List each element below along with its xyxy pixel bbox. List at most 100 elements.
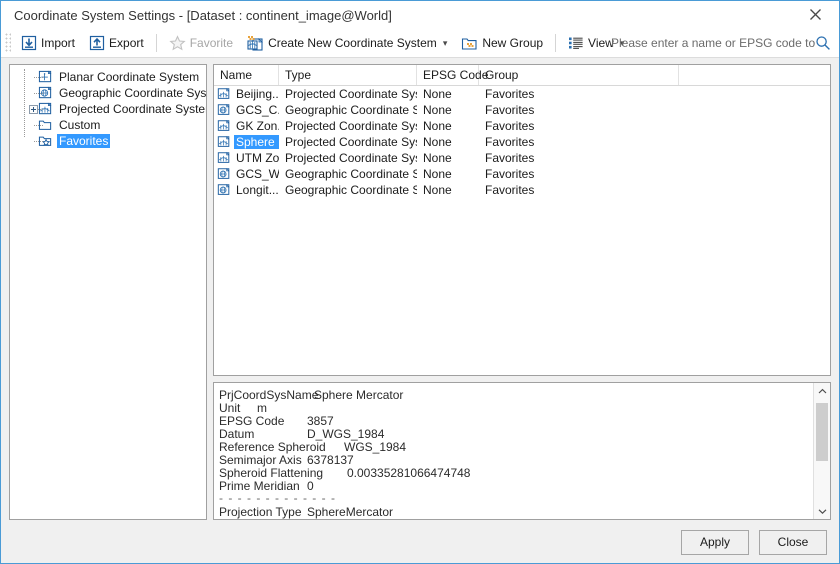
cell-name: UTM Zo... <box>214 150 279 166</box>
close-window-button[interactable] <box>795 1 835 28</box>
row-name: Sphere ... <box>234 135 279 149</box>
cell-name: Longit... <box>214 182 279 198</box>
toolbar-separator-2 <box>555 34 557 52</box>
new-group-button[interactable]: New Group <box>455 31 549 55</box>
geographic-cs-icon <box>217 104 230 115</box>
column-header-epsg-code[interactable]: EPSG Code <box>417 65 488 85</box>
search-icon <box>816 36 830 50</box>
tree-item-custom[interactable]: Custom <box>20 117 206 133</box>
toolbar-grip[interactable] <box>5 33 11 53</box>
detail-value: 6378137 <box>307 452 354 467</box>
column-header-type[interactable]: Type <box>279 65 417 85</box>
coordinate-system-tree: Planar Coordinate System Geographic Coor… <box>10 69 206 149</box>
detail-key: Prime Meridian <box>219 478 300 493</box>
tree-item-geographic-coordinate-system[interactable]: Geographic Coordinate System <box>20 85 206 101</box>
coordinate-system-list-panel: Name Type EPSG Code Group Beijing... Pro… <box>213 64 831 376</box>
cell-type: Geographic Coordinate S... <box>285 167 417 181</box>
detail-scrollbar[interactable] <box>813 383 830 519</box>
tree-item-label: Projected Coordinate System <box>59 102 207 116</box>
detail-line: Datum D_WGS_1984 <box>219 426 813 441</box>
row-name: UTM Zo... <box>236 151 279 165</box>
tree-item-label: Planar Coordinate System <box>59 70 200 84</box>
detail-value: 0 <box>307 478 314 493</box>
tree-item-label: Favorites <box>57 134 111 148</box>
import-icon <box>21 35 37 51</box>
scroll-down-button[interactable] <box>814 503 830 519</box>
apply-button[interactable]: Apply <box>681 529 749 555</box>
tree-branch-line <box>34 77 43 78</box>
detail-key: Datum <box>219 426 255 441</box>
table-row[interactable]: GCS_C... Geographic Coordinate S... None… <box>214 102 830 118</box>
detail-key: Unit <box>219 400 241 415</box>
export-label: Export <box>109 36 144 50</box>
cell-group: Favorites <box>485 183 535 197</box>
cell-group: Favorites <box>485 167 535 181</box>
column-header-blank[interactable] <box>679 65 830 85</box>
table-row[interactable]: UTM Zo... Projected Coordinate Syst... N… <box>214 150 830 166</box>
detail-line: Projection Type SphereMercator <box>219 505 813 519</box>
export-icon <box>89 35 105 51</box>
list-column-headers: Name Type EPSG Code Group <box>214 65 830 86</box>
detail-key: Reference Spheroid <box>219 439 326 454</box>
scrollbar-thumb[interactable] <box>816 403 828 461</box>
cell-type: Projected Coordinate Syst... <box>285 119 417 133</box>
tree-branch-line <box>34 93 43 94</box>
tree-item-favorites[interactable]: Favorites <box>20 133 206 149</box>
import-button[interactable]: Import <box>15 31 81 55</box>
close-button[interactable]: Close <box>759 529 827 555</box>
cell-type: Geographic Coordinate S... <box>285 183 417 197</box>
row-name: GCS_W... <box>236 167 279 181</box>
column-header-name[interactable]: Name <box>214 65 279 85</box>
detail-key: Central Meridian <box>219 518 307 520</box>
detail-line: Prime Meridian 0 <box>219 478 813 493</box>
search-box[interactable]: Please enter a name or EPSG code to sear… <box>611 29 831 57</box>
view-list-icon <box>569 37 583 49</box>
detail-line: Unit m <box>219 400 813 415</box>
view-label: View <box>588 36 614 50</box>
table-row[interactable]: GK Zon... Projected Coordinate Syst... N… <box>214 118 830 134</box>
tree-expander-icon[interactable] <box>29 105 38 114</box>
detail-key: Semimajor Axis <box>219 452 302 467</box>
cell-name: Sphere ... <box>214 134 279 150</box>
cell-epsg: None <box>423 135 452 149</box>
create-new-coordinate-system-button[interactable]: Create New Coordinate System ▾ <box>241 31 453 55</box>
table-row[interactable]: Sphere ... Projected Coordinate Syst... … <box>214 134 830 150</box>
row-name: Longit... <box>236 183 279 197</box>
search-button[interactable] <box>815 35 831 51</box>
new-group-icon <box>462 38 477 50</box>
cell-epsg: None <box>423 103 452 117</box>
scroll-up-button[interactable] <box>814 383 830 399</box>
detail-value: m <box>257 400 267 415</box>
export-button[interactable]: Export <box>83 31 150 55</box>
tree-branch-line <box>34 125 43 126</box>
detail-value: 3857 <box>307 413 334 428</box>
detail-line: PrjCoordSysName Sphere Mercator <box>219 387 813 402</box>
cell-name: GCS_C... <box>214 102 279 118</box>
search-input[interactable]: Please enter a name or EPSG code to sear… <box>611 36 817 50</box>
detail-separator: - - - - - - - - - - - - - - - - <box>219 492 339 505</box>
detail-key: Spheroid Flattening <box>219 465 324 480</box>
scrollbar-track[interactable] <box>814 399 830 503</box>
row-name: GCS_C... <box>236 103 279 117</box>
detail-value: 0.00335281066474748 <box>347 465 471 480</box>
cell-name: GK Zon... <box>214 118 279 134</box>
right-panel: Name Type EPSG Code Group Beijing... Pro… <box>213 64 831 520</box>
cell-group: Favorites <box>485 119 535 133</box>
tree-item-planar-coordinate-system[interactable]: Planar Coordinate System <box>20 69 206 85</box>
table-row[interactable]: Longit... Geographic Coordinate S... Non… <box>214 182 830 198</box>
tree-item-projected-coordinate-system[interactable]: Projected Coordinate System <box>20 101 206 117</box>
cell-epsg: None <box>423 87 452 101</box>
detail-key: PrjCoordSysName <box>219 387 319 402</box>
cell-epsg: None <box>423 119 452 133</box>
table-row[interactable]: Beijing... Projected Coordinate Syst... … <box>214 86 830 102</box>
column-header-group[interactable]: Group <box>479 65 679 85</box>
favorite-label: Favorite <box>189 36 234 50</box>
chevron-up-icon <box>818 388 826 393</box>
table-row[interactable]: GCS_W... Geographic Coordinate S... None… <box>214 166 830 182</box>
tree-item-label: Geographic Coordinate System <box>59 86 207 100</box>
favorite-button[interactable]: Favorite <box>163 31 239 55</box>
coordinate-system-settings-window: Coordinate System Settings - [Dataset : … <box>0 0 840 564</box>
cell-name: Beijing... <box>214 86 279 102</box>
chevron-down-icon[interactable]: ▾ <box>443 38 448 49</box>
create-new-cs-icon <box>247 36 264 51</box>
